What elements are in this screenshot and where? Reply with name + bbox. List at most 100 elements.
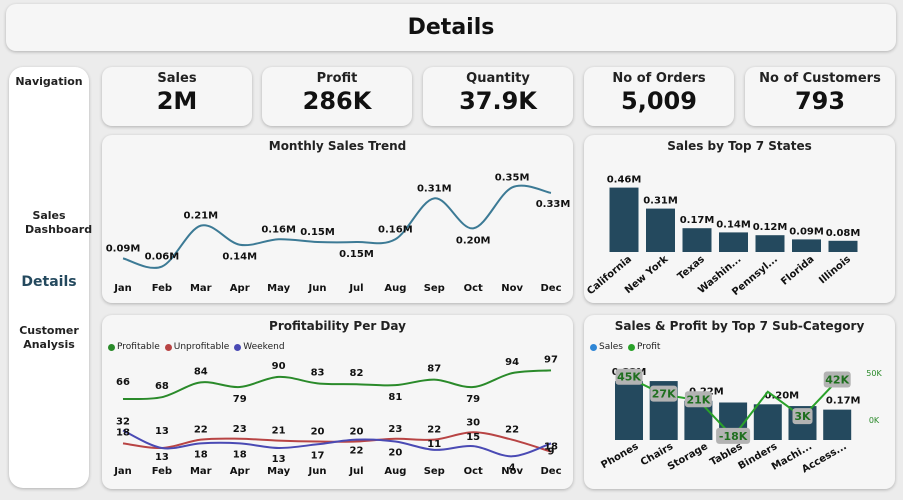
- data-label: 87: [427, 364, 441, 375]
- nav-item-label: Details: [21, 274, 77, 290]
- data-label: 0.35M: [495, 172, 530, 183]
- data-label: 90: [272, 361, 286, 372]
- x-tick-label: Texas: [676, 254, 707, 283]
- data-label: 79: [233, 394, 247, 405]
- navigation-panel: Navigation Sales Dashboard Details Custo…: [9, 67, 93, 488]
- kpi-label: Quantity: [466, 71, 530, 86]
- data-label: 18: [194, 449, 208, 460]
- bar-2: [682, 228, 712, 252]
- x-tick-label: Phones: [599, 441, 640, 471]
- profitability-chart: 66 68 84 79 90 83 82 81 87 79 94 97 18 13 22 23 21 20 20 23…: [113, 354, 561, 477]
- nav-item-details[interactable]: Details: [9, 275, 89, 289]
- data-label: 0.46M: [607, 175, 642, 186]
- x-tick-label: Feb: [152, 283, 172, 294]
- profit-data-label: 3K: [794, 410, 811, 423]
- data-label: 20: [388, 448, 402, 459]
- x-tick-label: Jul: [348, 283, 363, 294]
- subcategory-panel: Sales & Profit by Top 7 Sub-Category Sal…: [584, 315, 895, 489]
- data-label: 94: [505, 357, 519, 368]
- data-label: 20: [349, 427, 363, 438]
- kpi-value: 2M: [156, 87, 198, 115]
- data-label: 30: [466, 417, 480, 428]
- x-tick-label: Mar: [190, 466, 212, 477]
- data-label: 22: [505, 425, 519, 436]
- nav-item-customer-analysis[interactable]: Customer Analysis: [9, 324, 89, 352]
- data-label: 13: [155, 426, 169, 437]
- data-label: 0.14M: [716, 219, 751, 230]
- data-label: 17: [311, 450, 325, 461]
- x-tick-label: Dec: [540, 283, 561, 294]
- data-label: 21: [272, 426, 286, 437]
- sales-by-state-panel: Sales by Top 7 States 0.46M California 0.3…: [584, 135, 895, 303]
- profit-data-label: 21K: [686, 393, 710, 406]
- data-label: 0.09M: [106, 243, 141, 254]
- profit-data-label: 42K: [825, 374, 849, 387]
- profit-data-label: 45K: [617, 371, 641, 384]
- bar-6: [828, 240, 858, 252]
- profit-data-label: 27K: [652, 388, 676, 401]
- bar-4: [755, 235, 785, 252]
- data-label: 81: [388, 392, 402, 403]
- data-label: 0.16M: [378, 224, 413, 235]
- kpi-label: No of Customers: [759, 71, 881, 86]
- kpi-card-profit: Profit 286K: [262, 67, 412, 126]
- data-label: 13: [155, 452, 169, 463]
- data-label: 23: [233, 424, 247, 435]
- data-label: 0.33M: [536, 199, 571, 210]
- x-tick-label: Oct: [464, 466, 483, 477]
- x-tick-label: Apr: [230, 283, 250, 294]
- data-label: 0.06M: [145, 252, 180, 263]
- kpi-value: 5,009: [621, 87, 697, 115]
- bar-3: [719, 232, 748, 252]
- subcategory-chart: 50K0K0.33MPhonesChairs0.22MStorageTables…: [599, 367, 882, 475]
- x-tick-label: May: [267, 466, 290, 477]
- profit-data-label: -18K: [719, 430, 748, 443]
- x-tick-label: Nov: [501, 283, 523, 294]
- data-label: 0.12M: [753, 222, 788, 233]
- x-tick-label: Mar: [190, 283, 212, 294]
- kpi-label: Profit: [316, 71, 358, 86]
- data-label: 79: [466, 394, 480, 405]
- data-label: 13: [272, 454, 286, 465]
- nav-item-label: Sales Dashboard: [25, 209, 93, 236]
- x-tick-label: May: [267, 283, 290, 294]
- x-tick-label: Storage: [666, 441, 710, 473]
- x-tick-label: Jul: [348, 466, 363, 477]
- navigation-title: Navigation: [15, 75, 83, 88]
- page-title: Details: [407, 15, 495, 40]
- x-tick-label: Jun: [308, 283, 327, 294]
- data-label: 82: [349, 368, 363, 379]
- x-tick-label: Illinois: [817, 254, 853, 286]
- data-label: 18: [116, 427, 130, 438]
- kpi-value: 286K: [302, 87, 372, 115]
- data-label: 0.20M: [456, 235, 491, 246]
- monthly-sales-chart: 0.09M 0.06M 0.21M 0.14M 0.16M 0.15M 0.15M 0.16M…: [106, 172, 571, 294]
- data-label: 15: [466, 432, 480, 443]
- x-tick-label: Sep: [424, 466, 445, 477]
- data-label: 0.17M: [680, 215, 715, 226]
- kpi-value: 37.9K: [459, 87, 537, 115]
- data-label: 68: [155, 381, 169, 392]
- data-label: 32: [116, 416, 130, 427]
- data-label: 83: [311, 367, 325, 378]
- data-label: 0.09M: [789, 226, 824, 237]
- data-label: 18: [233, 449, 247, 460]
- y2-tick-label: 50K: [866, 369, 882, 378]
- nav-item-sales-dashboard[interactable]: Sales Dashboard: [9, 209, 93, 237]
- x-tick-label: Jan: [113, 466, 132, 477]
- kpi-label: No of Orders: [612, 71, 706, 86]
- data-label: 0.31M: [417, 183, 452, 194]
- bar-6: [823, 409, 852, 440]
- x-tick-label: Oct: [464, 283, 483, 294]
- data-label: 22: [427, 425, 441, 436]
- data-label: 0.08M: [826, 228, 861, 239]
- data-label: 0.31M: [643, 196, 678, 207]
- x-tick-label: Dec: [540, 466, 561, 477]
- bar-1: [646, 208, 675, 252]
- nav-item-label: Customer Analysis: [19, 324, 79, 351]
- monthly-sales-trend-panel: Monthly Sales Trend 0.09M 0.06M 0.21M 0.14M…: [102, 135, 573, 303]
- data-label: 0.20M: [764, 390, 799, 401]
- profitable-line: [122, 369, 552, 401]
- data-label: 0.14M: [222, 252, 257, 263]
- bar-4: [753, 404, 782, 440]
